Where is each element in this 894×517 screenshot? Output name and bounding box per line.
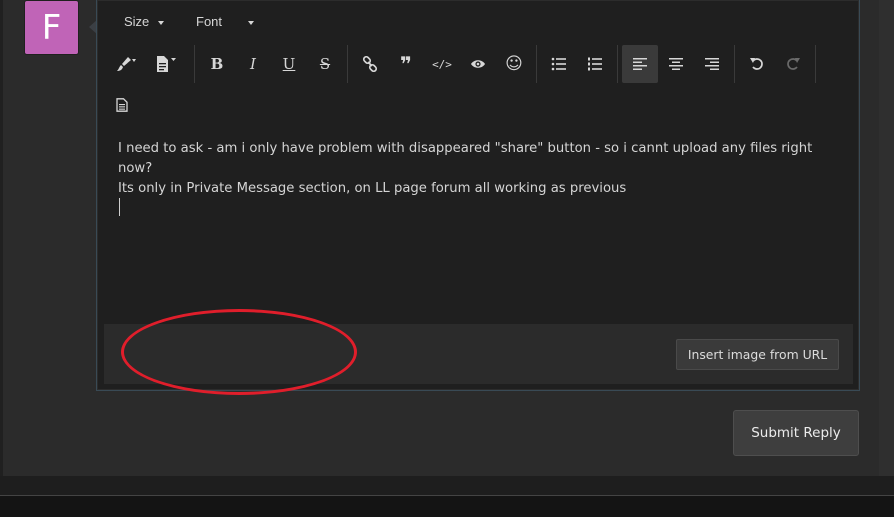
paintbrush-icon <box>114 55 136 73</box>
redo-button[interactable] <box>775 45 811 83</box>
toolbar-separator <box>734 45 735 83</box>
message-line: Its only in Private Message section, on … <box>118 181 627 196</box>
toolbar-separator <box>536 45 537 83</box>
font-family-label: Font <box>196 14 223 29</box>
undo-button[interactable] <box>739 45 775 83</box>
insert-image-url-label: Insert image from URL <box>687 347 828 362</box>
bold-icon: B <box>210 55 224 73</box>
redo-icon <box>786 57 800 71</box>
document-icon <box>153 55 177 73</box>
font-size-dropdown[interactable]: Size <box>124 14 165 29</box>
smiley-icon: ☺ <box>505 54 523 74</box>
align-center-button[interactable] <box>658 45 694 83</box>
italic-button[interactable]: I <box>235 45 271 83</box>
bold-button[interactable]: B <box>199 45 235 83</box>
bullet-list-icon <box>551 57 567 71</box>
align-left-button[interactable] <box>622 45 658 83</box>
page-right-strip <box>879 0 894 476</box>
strikethrough-icon: S <box>319 55 331 73</box>
align-left-icon <box>633 58 647 70</box>
avatar-letter: F <box>41 7 62 48</box>
text-cursor <box>119 198 120 216</box>
toolbar-separator <box>815 45 816 83</box>
link-icon <box>362 56 378 72</box>
underline-icon: U <box>282 55 296 73</box>
ordered-list-button[interactable] <box>577 45 613 83</box>
numbered-list-icon <box>587 57 603 71</box>
message-body[interactable]: I need to ask - am i only have problem w… <box>118 139 838 199</box>
source-document-icon <box>116 98 128 112</box>
quote-button[interactable]: ❞ <box>388 45 424 83</box>
toolbar-separator <box>617 45 618 83</box>
undo-icon <box>750 57 764 71</box>
strikethrough-button[interactable]: S <box>307 45 343 83</box>
toolbar-separator <box>194 45 195 83</box>
eye-icon <box>470 58 486 70</box>
avatar[interactable]: F <box>25 1 78 54</box>
code-button[interactable]: </> <box>424 45 460 83</box>
paragraph-format-button[interactable] <box>147 45 183 83</box>
font-size-label: Size <box>124 14 150 29</box>
message-line: I need to ask - am i only have problem w… <box>118 141 813 176</box>
page-left-strip <box>0 0 3 476</box>
page-footer-bottom <box>0 496 894 517</box>
chevron-down-icon <box>158 20 165 25</box>
submit-reply-label: Submit Reply <box>751 425 841 441</box>
spoiler-button[interactable] <box>460 45 496 83</box>
align-right-button[interactable] <box>694 45 730 83</box>
annotation-ellipse <box>121 309 357 395</box>
font-family-dropdown[interactable]: Font <box>196 14 255 29</box>
link-button[interactable] <box>352 45 388 83</box>
unordered-list-button[interactable] <box>541 45 577 83</box>
toolbar-separator <box>347 45 348 83</box>
submit-reply-button[interactable]: Submit Reply <box>733 410 859 456</box>
underline-button[interactable]: U <box>271 45 307 83</box>
italic-icon: I <box>250 55 256 73</box>
smilies-button[interactable]: ☺ <box>496 45 532 83</box>
chevron-down-icon <box>248 20 255 25</box>
quote-icon: ❞ <box>400 52 412 76</box>
align-center-icon <box>669 58 683 70</box>
align-right-icon <box>705 58 719 70</box>
insert-image-url-button[interactable]: Insert image from URL <box>676 339 839 370</box>
source-mode-button[interactable] <box>104 86 140 124</box>
code-icon: </> <box>432 57 452 71</box>
text-color-button[interactable] <box>107 45 143 83</box>
